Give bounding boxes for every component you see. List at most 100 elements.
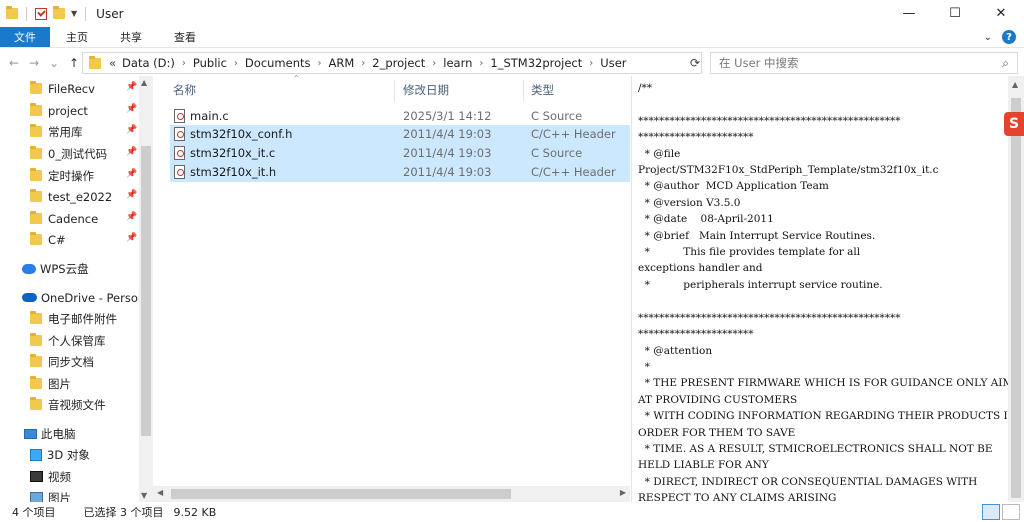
breadcrumb-item[interactable]: Data (D:) — [122, 56, 175, 70]
nav-item-label: 音视频文件 — [48, 397, 106, 412]
nav-item-label: test_e2022 — [48, 189, 113, 204]
refresh-icon[interactable]: ⟳ — [690, 56, 700, 70]
minimize-button[interactable]: — — [886, 0, 932, 27]
nav-item-cadence[interactable]: Cadence 📌 — [30, 208, 137, 229]
preview-line: * This file provides template for all — [638, 246, 861, 259]
tab-home[interactable]: 主页 — [50, 27, 104, 47]
recent-locations-button[interactable]: ⌄ — [46, 56, 62, 70]
tab-view[interactable]: 查看 — [158, 27, 212, 47]
breadcrumb-item[interactable]: ARM — [329, 56, 355, 70]
preview-line: ORDER FOR THEM TO SAVE — [638, 426, 796, 439]
chevron-right-icon[interactable]: › — [479, 58, 483, 69]
scroll-down-icon[interactable]: ▼ — [141, 491, 147, 500]
breadcrumb-item-current[interactable]: User — [600, 56, 626, 70]
details-view-icon[interactable] — [982, 504, 1000, 520]
folder-icon — [30, 168, 42, 181]
c-header-file-icon — [174, 165, 185, 179]
tab-file[interactable]: 文件 — [0, 27, 50, 47]
nav-item-pc-pictures[interactable]: 图片 — [30, 487, 71, 502]
maximize-button[interactable]: ☐ — [932, 0, 978, 27]
pin-icon: 📌 — [126, 147, 138, 157]
scroll-up-icon[interactable]: ▲ — [1012, 80, 1018, 89]
column-header-name[interactable]: 名称 — [173, 76, 196, 103]
horizontal-scrollbar[interactable]: ◀ ▶ — [153, 486, 630, 502]
status-item-count: 4 个项目 — [12, 506, 56, 519]
close-button[interactable]: ✕ — [978, 0, 1024, 27]
breadcrumb-item[interactable]: learn — [443, 56, 472, 70]
wps-float-icon[interactable]: S — [1004, 112, 1024, 136]
scrollbar-thumb[interactable] — [141, 146, 151, 436]
breadcrumb-overflow[interactable]: « — [109, 56, 116, 70]
nav-item-label: 图片 — [48, 490, 71, 503]
nav-item-common-libs[interactable]: 常用库 📌 — [30, 121, 137, 142]
customize-toolbar-dropdown-icon[interactable]: ▼ — [71, 9, 77, 18]
navigation-scrollbar[interactable]: ▲ ▼ — [139, 76, 153, 502]
folder-icon — [30, 397, 42, 410]
nav-item-email-attachments[interactable]: 电子邮件附件 — [30, 308, 117, 329]
nav-item-av-files[interactable]: 音视频文件 — [30, 394, 106, 415]
scroll-right-icon[interactable]: ▶ — [620, 488, 626, 497]
tab-share[interactable]: 共享 — [104, 27, 158, 47]
chevron-right-icon[interactable]: › — [589, 58, 593, 69]
breadcrumb-item[interactable]: Documents — [245, 56, 311, 70]
scrollbar-thumb[interactable] — [171, 489, 511, 499]
up-button[interactable]: ↑ — [66, 56, 82, 70]
expand-ribbon-icon[interactable]: ⌄ — [984, 32, 992, 43]
preview-line: * DIRECT, INDIRECT OR CONSEQUENTIAL DAMA… — [638, 475, 978, 488]
column-header-type[interactable]: 类型 — [531, 76, 554, 103]
chevron-right-icon[interactable]: › — [432, 58, 436, 69]
preview-scrollbar[interactable]: ▲ — [1008, 76, 1024, 502]
properties-icon[interactable] — [35, 7, 47, 20]
folder-icon — [30, 376, 42, 389]
column-header-modified[interactable]: 修改日期 — [403, 76, 449, 103]
file-name: main.c — [190, 109, 229, 123]
search-input[interactable]: 在 User 中搜索 ⌕ — [710, 52, 1018, 74]
column-divider[interactable] — [394, 80, 395, 102]
nav-item-wps-cloud[interactable]: WPS云盘 — [22, 258, 89, 279]
pin-icon: 📌 — [126, 82, 138, 92]
file-row[interactable]: main.c 2025/3/1 14:12 C Source — [170, 107, 630, 126]
nav-item-sync-docs[interactable]: 同步文档 — [30, 351, 94, 372]
breadcrumb-item[interactable]: Public — [193, 56, 227, 70]
breadcrumb-item[interactable]: 1_STM32project — [490, 56, 582, 70]
nav-item-csharp[interactable]: C# 📌 — [30, 229, 137, 250]
scroll-left-icon[interactable]: ◀ — [157, 488, 163, 497]
scrollbar-thumb[interactable] — [1011, 98, 1021, 498]
file-row-selected[interactable]: stm32f10x_conf.h 2011/4/4 19:03 C/C++ He… — [170, 125, 630, 144]
file-row-selected[interactable]: stm32f10x_it.c 2011/4/4 19:03 C Source — [170, 144, 630, 163]
file-type: C/C++ Header — [531, 127, 616, 141]
nav-item-timer-ops[interactable]: 定时操作 📌 — [30, 165, 137, 186]
nav-item-pictures[interactable]: 图片 — [30, 373, 71, 394]
chevron-right-icon[interactable]: › — [234, 58, 238, 69]
nav-item-test-code[interactable]: 0_测试代码 📌 — [30, 143, 137, 164]
breadcrumb[interactable]: « Data (D:) › Public › Documents › ARM ›… — [82, 52, 702, 74]
3d-objects-icon — [30, 448, 42, 461]
chevron-right-icon[interactable]: › — [318, 58, 322, 69]
new-folder-icon[interactable] — [53, 6, 65, 19]
preview-line: * @date 08-April-2011 — [638, 213, 774, 226]
file-row-selected[interactable]: stm32f10x_it.h 2011/4/4 19:03 C/C++ Head… — [170, 163, 630, 182]
folder-icon — [6, 6, 18, 19]
nav-item-onedrive[interactable]: OneDrive - Persona — [22, 287, 152, 308]
preview-line: * @version V3.5.0 — [638, 196, 741, 209]
nav-item-videos[interactable]: 视频 — [30, 466, 71, 487]
chevron-right-icon[interactable]: › — [361, 58, 365, 69]
nav-item-project[interactable]: project 📌 — [30, 100, 137, 121]
column-divider[interactable] — [523, 80, 524, 102]
file-modified: 2011/4/4 19:03 — [403, 146, 492, 160]
back-button[interactable]: ← — [6, 56, 22, 70]
nav-item-personal-vault[interactable]: 个人保管库 — [30, 330, 106, 351]
nav-item-filerecv[interactable]: FileRecv 📌 — [30, 78, 137, 99]
window-controls: — ☐ ✕ — [886, 0, 1024, 27]
pictures-icon — [30, 492, 43, 502]
nav-item-this-pc[interactable]: 此电脑 — [24, 423, 76, 444]
nav-item-3d-objects[interactable]: 3D 对象 — [30, 444, 90, 465]
preview-line: * @file — [638, 147, 681, 160]
breadcrumb-item[interactable]: 2_project — [372, 56, 425, 70]
scroll-up-icon[interactable]: ▲ — [141, 78, 147, 87]
chevron-right-icon[interactable]: › — [182, 58, 186, 69]
large-icons-view-icon[interactable] — [1002, 504, 1020, 520]
nav-item-test-e2022[interactable]: test_e2022 📌 — [30, 186, 137, 207]
help-icon[interactable]: ? — [1002, 30, 1016, 44]
forward-button[interactable]: → — [26, 56, 42, 70]
